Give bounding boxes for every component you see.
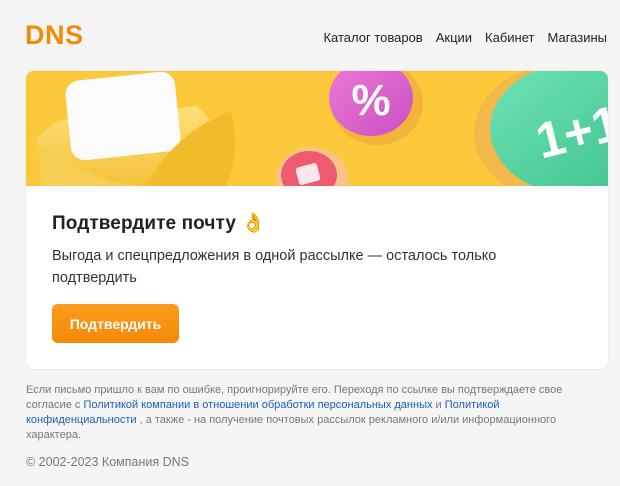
confirm-button[interactable]: Подтвердить: [52, 304, 179, 343]
copyright: © 2002-2023 Компания DNS: [26, 455, 190, 469]
nav-catalog-link[interactable]: Каталог товаров: [323, 30, 422, 45]
header: DNS Каталог товаров Акции Кабинет Магази…: [0, 0, 620, 72]
nav-promotions-link[interactable]: Акции: [436, 30, 472, 45]
svg-text:%: %: [351, 76, 390, 125]
dns-logo[interactable]: DNS: [25, 22, 109, 48]
confirm-email-card: % 1+1 Подтвердите почту 👌 Выгода и спецп…: [26, 71, 608, 369]
nav-stores-link[interactable]: Магазины: [548, 30, 608, 45]
disclaimer-text-and: и: [432, 399, 445, 411]
top-nav: Каталог товаров Акции Кабинет Магазины: [323, 30, 607, 45]
promo-banner: % 1+1: [26, 71, 608, 186]
svg-text:DNS: DNS: [25, 22, 84, 48]
card-content: Подтвердите почту 👌 Выгода и спецпредлож…: [52, 211, 582, 289]
card-title: Подтвердите почту 👌: [52, 213, 266, 234]
card-description: Выгода и спецпредложения в одной рассылк…: [52, 248, 497, 286]
nav-account-link[interactable]: Кабинет: [485, 30, 534, 45]
data-policy-link[interactable]: Политикой компании в отношении обработки…: [83, 399, 432, 411]
footer-disclaimer: Если письмо пришло к вам по ошибке, прои…: [26, 383, 586, 443]
